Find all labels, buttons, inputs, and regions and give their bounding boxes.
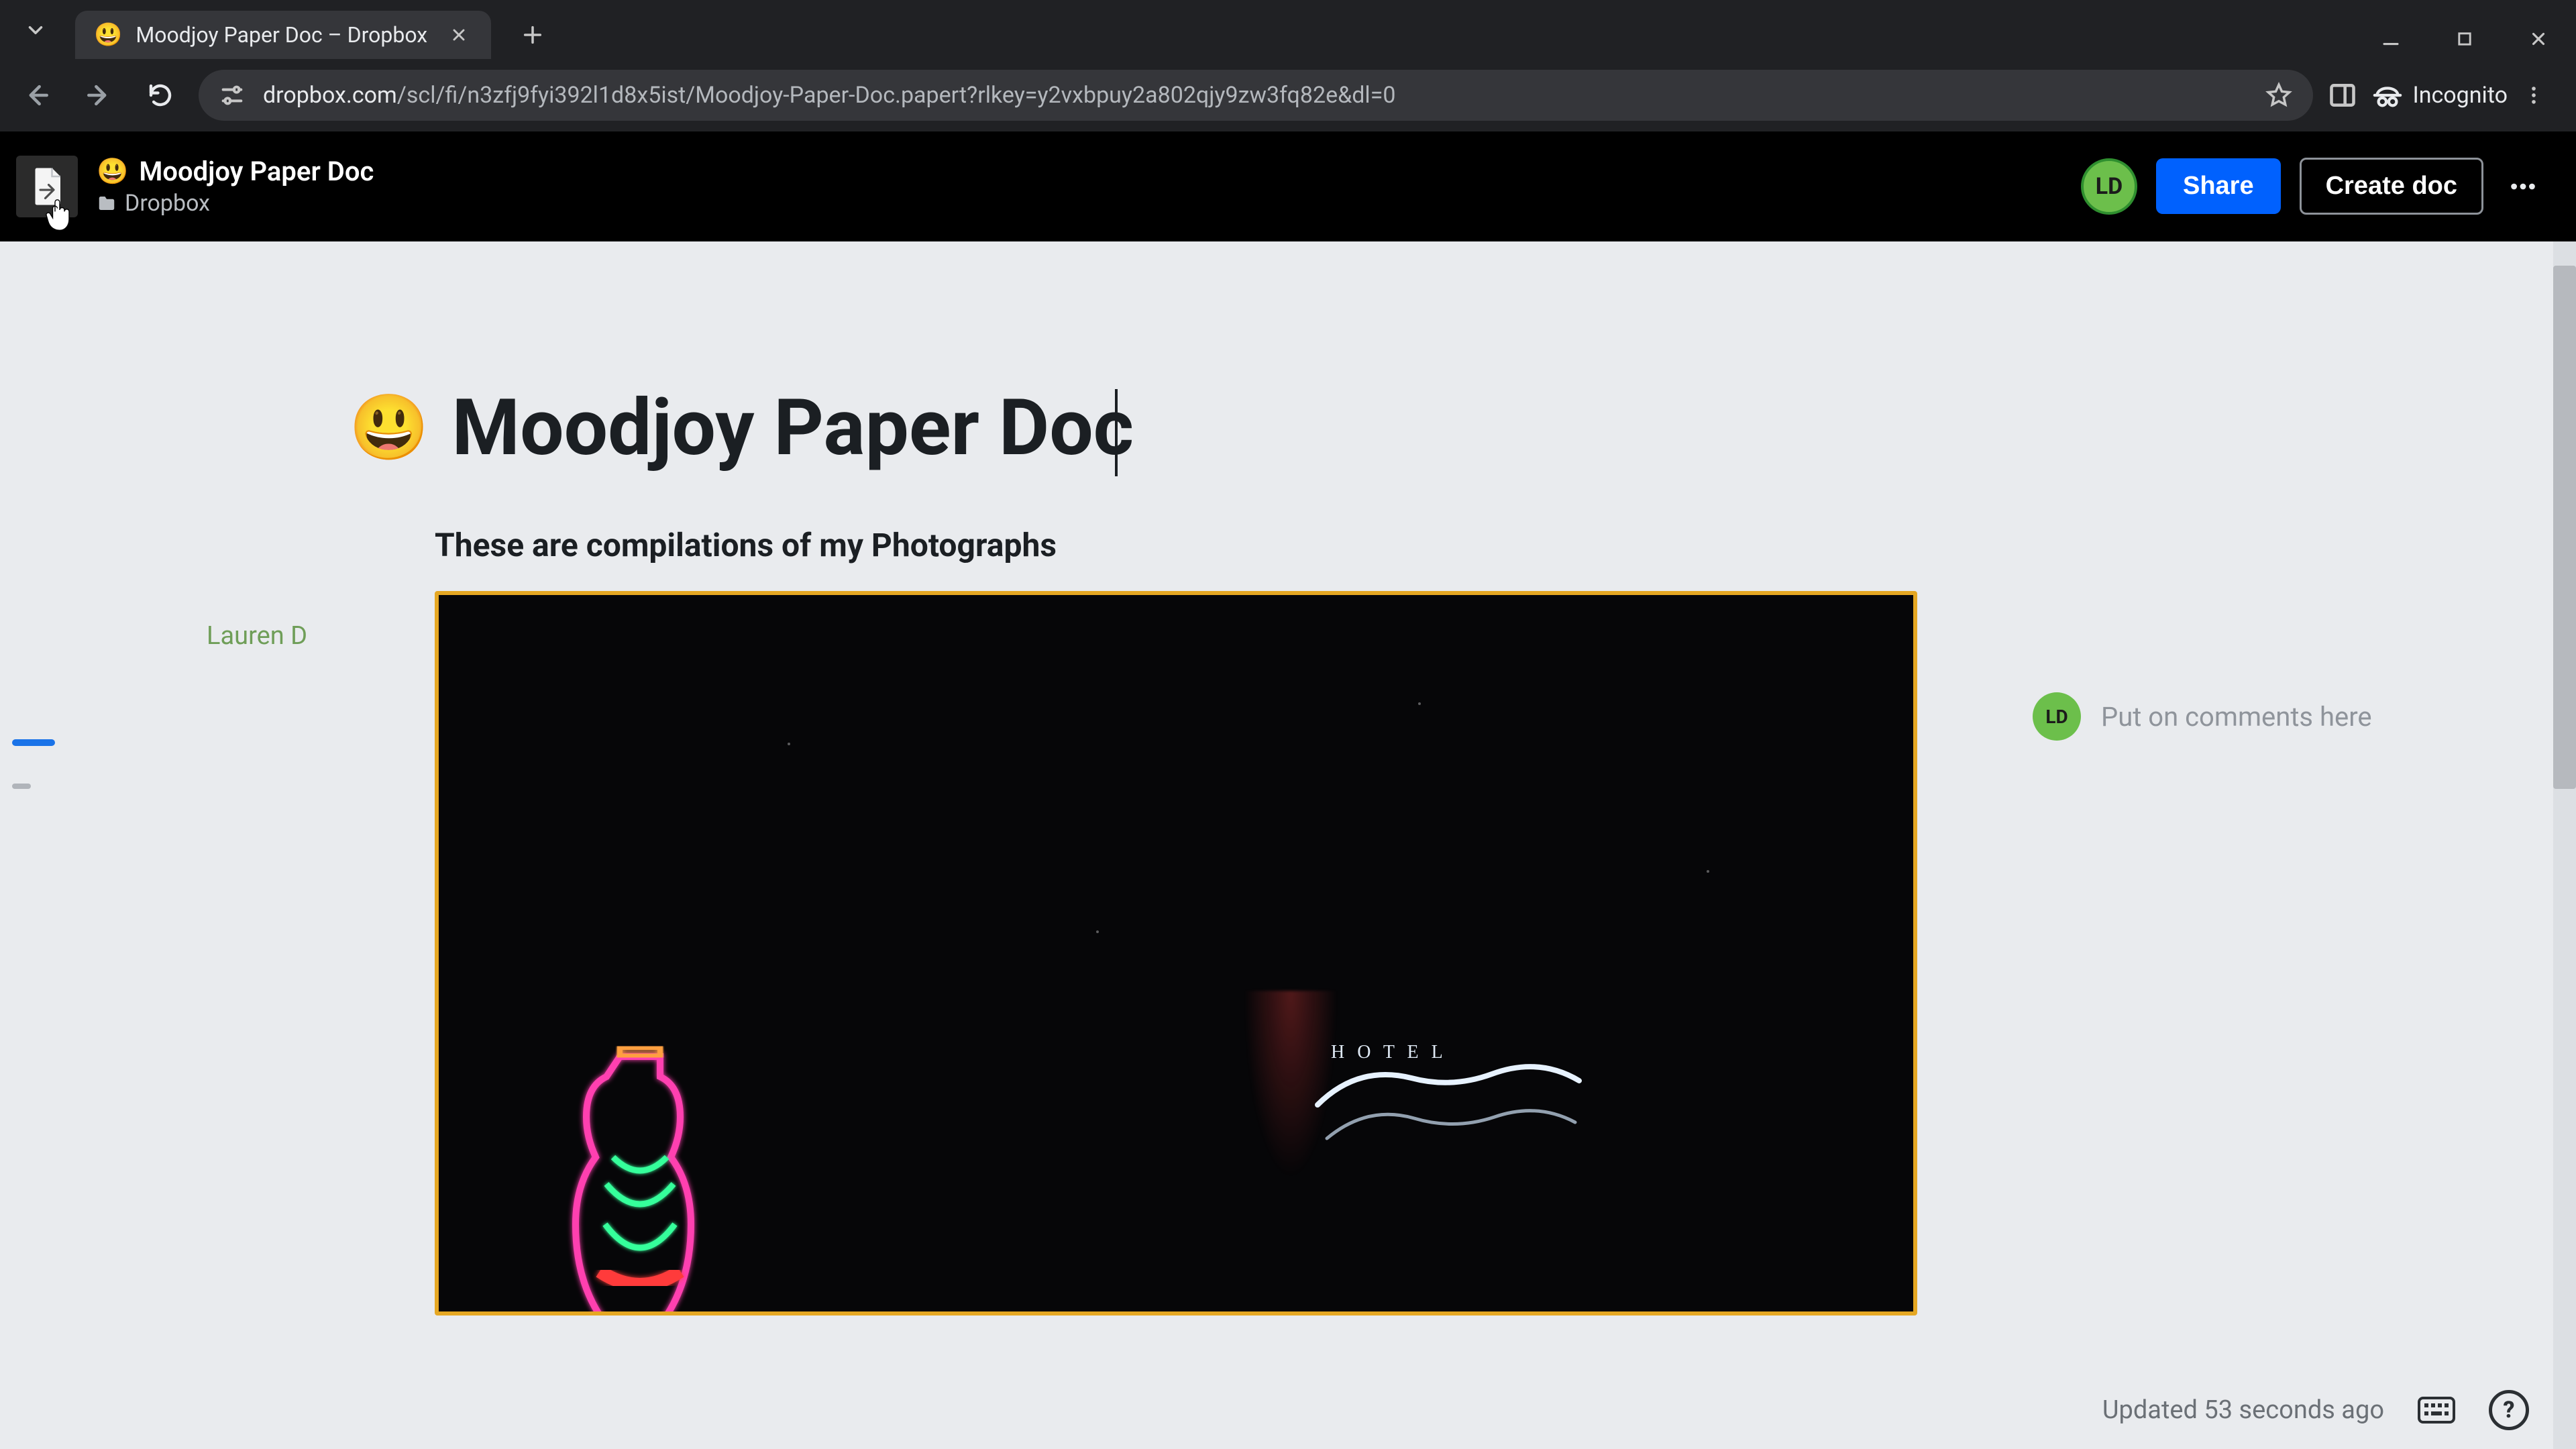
status-bar: Updated 53 seconds ago ? [2102, 1390, 2529, 1430]
new-tab-button[interactable] [511, 13, 554, 56]
comment-avatar: LD [2033, 692, 2081, 741]
svg-text:H O T E L: H O T E L [1331, 1042, 1447, 1063]
address-bar[interactable]: dropbox.com/scl/fi/n3zfj9fyi392l1d8x5ist… [199, 70, 2313, 121]
window-controls [2365, 9, 2576, 59]
document-canvas[interactable]: Lauren D 😃 Moodjoy Paper Doc These are c… [0, 241, 2576, 1449]
maximize-button[interactable] [2439, 19, 2490, 59]
close-icon [2528, 29, 2548, 49]
title-emoji-icon[interactable]: 😃 [349, 390, 429, 466]
doc-emoji-icon: 😃 [97, 157, 128, 186]
hand-cursor-icon [43, 196, 76, 233]
help-button[interactable]: ? [2489, 1390, 2529, 1430]
incognito-icon [2372, 80, 2403, 111]
site-info-button[interactable] [219, 82, 246, 109]
image-block[interactable]: H O T E L [435, 591, 1917, 1316]
bookmark-button[interactable] [2265, 81, 2293, 109]
arrow-left-icon [22, 80, 52, 110]
close-window-button[interactable] [2513, 19, 2564, 59]
line-author-label: Lauren D [207, 621, 307, 651]
decoration [1418, 702, 1421, 705]
side-panel-button[interactable] [2328, 80, 2357, 110]
avatar-initials: LD [2096, 173, 2123, 200]
create-doc-button[interactable]: Create doc [2300, 158, 2483, 215]
outline-minimap[interactable] [12, 739, 66, 789]
last-updated-text: Updated 53 seconds ago [2102, 1395, 2384, 1425]
user-avatar[interactable]: LD [2081, 158, 2137, 215]
panel-icon [2328, 80, 2357, 110]
decoration [1707, 870, 1709, 873]
document-title[interactable]: 😃 Moodjoy Paper Doc [349, 382, 1905, 474]
tab-strip: 😃 Moodjoy Paper Doc – Dropbox [0, 0, 2576, 59]
arrow-right-icon [84, 80, 113, 110]
tab-title: Moodjoy Paper Doc – Dropbox [136, 22, 432, 48]
keyboard-icon [2418, 1397, 2455, 1424]
url-host: dropbox.com [263, 82, 397, 109]
tabs-dropdown-button[interactable] [12, 8, 59, 52]
section-heading[interactable]: These are compilations of my Photographs [435, 526, 1905, 564]
incognito-indicator[interactable]: Incognito [2372, 80, 2508, 111]
more-menu-button[interactable] [2502, 171, 2544, 202]
folder-icon [97, 193, 117, 213]
chevron-down-icon [24, 19, 47, 42]
close-icon [449, 25, 468, 44]
text-caret [1115, 389, 1118, 476]
incognito-label: Incognito [2412, 82, 2508, 109]
image-content [553, 1043, 727, 1316]
vertical-scrollbar-thumb[interactable] [2553, 266, 2576, 789]
dots-horizontal-icon [2508, 171, 2538, 202]
title-text: Moodjoy Paper Doc [452, 382, 1134, 474]
breadcrumb[interactable]: Dropbox [97, 190, 374, 217]
image-content: H O T E L [1311, 1024, 1593, 1185]
tab-favicon-icon: 😃 [94, 21, 122, 48]
url-text: dropbox.com/scl/fi/n3zfj9fyi392l1d8x5ist… [263, 82, 2247, 109]
minimize-button[interactable] [2365, 19, 2416, 59]
minimize-icon [2381, 29, 2401, 49]
keyboard-shortcuts-button[interactable] [2416, 1390, 2457, 1430]
paper-app-header: 😃 Moodjoy Paper Doc Dropbox LD Share Cre… [0, 131, 2576, 241]
share-button[interactable]: Share [2156, 158, 2281, 214]
paper-home-button[interactable] [16, 156, 78, 217]
doc-title-text: Moodjoy Paper Doc [139, 156, 374, 187]
omnibox-actions [2265, 81, 2293, 109]
doc-meta: 😃 Moodjoy Paper Doc Dropbox [97, 156, 374, 217]
forward-button[interactable] [75, 72, 122, 119]
browser-menu-button[interactable] [2522, 84, 2563, 107]
outline-item-active[interactable] [12, 739, 55, 746]
reload-icon [146, 81, 174, 109]
reload-button[interactable] [137, 72, 184, 119]
close-tab-button[interactable] [445, 25, 472, 44]
comment-placeholder: Put on comments here [2101, 701, 2372, 733]
url-path: /scl/fi/n3zfj9fyi392l1d8x5ist/Moodjoy-Pa… [397, 82, 1396, 109]
breadcrumb-text: Dropbox [125, 190, 210, 217]
maximize-icon [2455, 30, 2474, 48]
outline-item[interactable] [12, 784, 31, 789]
browser-tab[interactable]: 😃 Moodjoy Paper Doc – Dropbox [75, 11, 491, 59]
tuning-icon [219, 82, 246, 109]
dots-vertical-icon [2522, 84, 2545, 107]
browser-window: 😃 Moodjoy Paper Doc – Dropbox [0, 0, 2576, 1449]
comment-avatar-initials: LD [2045, 706, 2068, 728]
plus-icon [521, 23, 544, 46]
browser-toolbar: dropbox.com/scl/fi/n3zfj9fyi392l1d8x5ist… [0, 59, 2576, 131]
header-doc-title[interactable]: 😃 Moodjoy Paper Doc [97, 156, 374, 187]
document-content[interactable]: 😃 Moodjoy Paper Doc These are compilatio… [349, 382, 1905, 1316]
star-icon [2265, 81, 2293, 109]
comment-input[interactable]: LD Put on comments here [2033, 692, 2372, 741]
decoration [788, 743, 790, 745]
decoration [1096, 930, 1099, 933]
back-button[interactable] [13, 72, 60, 119]
